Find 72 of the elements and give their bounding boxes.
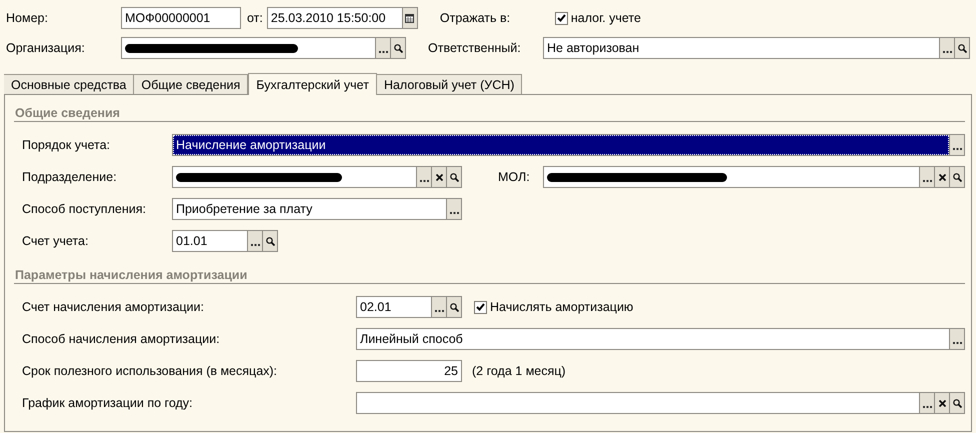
input-field[interactable]: Приобретение за плату [172, 198, 447, 220]
select-button[interactable] [950, 134, 965, 156]
search-icon [394, 44, 402, 52]
field-label: Номер: [6, 11, 49, 25]
search-button[interactable] [950, 166, 965, 188]
search-button[interactable] [447, 296, 462, 318]
select-button[interactable] [376, 37, 391, 59]
checkbox[interactable] [554, 12, 568, 24]
checkbox-label[interactable]: Начислять амортизацию [490, 300, 634, 314]
tab[interactable]: Основные средства [4, 74, 134, 94]
field-label: МОЛ: [498, 170, 531, 184]
input-field[interactable]: Линейный способ [356, 328, 950, 350]
search-icon [958, 44, 966, 52]
tab[interactable]: Бухгалтерский учет [248, 73, 377, 95]
field-label: Организация: [6, 41, 86, 55]
field-label: Счет учета: [22, 234, 90, 248]
field-label: Ответственный: [428, 41, 522, 55]
input-field[interactable]: 25 [356, 360, 462, 382]
hint-text: (2 года 1 месяц) [472, 364, 566, 378]
section-title: Параметры начисления амортизации [14, 267, 965, 284]
clear-button[interactable] [935, 166, 950, 188]
clear-button[interactable] [432, 166, 447, 188]
field-label: Счет начисления амортизации: [22, 300, 205, 314]
input-field[interactable]: 01.01 [172, 230, 248, 252]
tab[interactable]: Налоговый учет (УСН) [376, 74, 522, 94]
search-button[interactable] [391, 37, 406, 59]
search-icon [450, 172, 458, 182]
select-button[interactable] [920, 392, 935, 414]
checkbox[interactable] [474, 300, 487, 314]
search-icon [266, 236, 274, 246]
search-icon [952, 398, 962, 408]
calendar-icon [405, 14, 414, 22]
input-field[interactable] [121, 37, 376, 59]
input-field[interactable]: 02.01 [356, 296, 432, 318]
select-button[interactable] [920, 166, 935, 188]
field-label: Способ поступления: [22, 202, 147, 216]
field-label: Срок полезного использования (в месяцах): [22, 364, 278, 378]
field-label: Подразделение: [22, 170, 118, 184]
search-button[interactable] [447, 166, 462, 188]
close-icon [436, 174, 442, 180]
select-button[interactable] [447, 198, 462, 220]
search-icon [450, 302, 458, 312]
input-field[interactable]: МОФ00000001 [121, 7, 241, 29]
calendar-button[interactable] [402, 7, 418, 29]
checkbox-label[interactable]: налог. учете [570, 11, 641, 25]
search-icon [952, 172, 962, 182]
select-button[interactable] [417, 166, 432, 188]
select-button[interactable] [248, 230, 263, 252]
close-icon [938, 174, 946, 180]
clear-button[interactable] [935, 392, 950, 414]
input-field[interactable] [356, 392, 920, 414]
input-field[interactable]: Начисление амортизации [172, 134, 950, 156]
section-title: Общие сведения [14, 105, 965, 122]
input-field[interactable] [172, 166, 417, 188]
input-field[interactable] [543, 166, 920, 188]
input-field[interactable]: Не авторизован [543, 37, 940, 59]
checkmark-icon [476, 303, 485, 311]
select-button[interactable] [432, 296, 447, 318]
field-label: от: [247, 11, 263, 25]
field-label: Отражать в: [440, 11, 512, 25]
search-button[interactable] [263, 230, 278, 252]
input-field[interactable]: 25.03.2010 15:50:00 [266, 7, 403, 29]
field-label: Способ начисления амортизации: [22, 332, 221, 346]
field-label: Порядок учета: [22, 138, 112, 152]
select-button[interactable] [940, 37, 955, 59]
search-button[interactable] [955, 37, 970, 59]
close-icon [938, 400, 946, 406]
select-button[interactable] [950, 328, 965, 350]
search-button[interactable] [950, 392, 965, 414]
checkmark-icon [556, 14, 566, 22]
tab[interactable]: Общие сведения [134, 74, 248, 94]
field-label: График амортизации по году: [22, 396, 194, 410]
